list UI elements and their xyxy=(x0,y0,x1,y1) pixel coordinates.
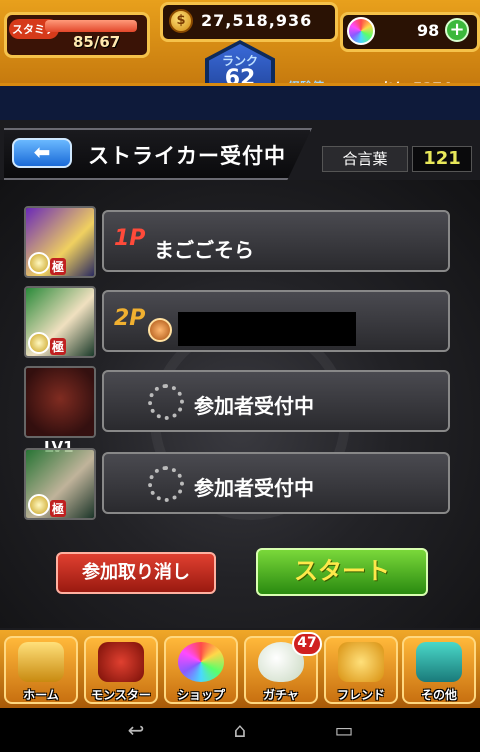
slot-panel[interactable]: 1P まごごそら xyxy=(102,210,450,272)
notification-badge: 47 xyxy=(292,632,322,656)
stamina-panel[interactable]: スタミナ 85/67 xyxy=(4,12,150,58)
nav-label: ショップ xyxy=(176,688,225,702)
bottom-nav: ホーム モンスター ショップ ガチャ 47 フレンド その他 xyxy=(0,630,480,708)
nav-shop[interactable]: ショップ xyxy=(164,636,238,704)
monster-icon xyxy=(98,642,144,682)
player-slot-3[interactable]: LV1 参加者受付中 xyxy=(24,366,454,456)
player-1-avatar[interactable]: 極 xyxy=(24,206,96,278)
back-button[interactable]: ⬅ xyxy=(12,138,72,168)
nav-friend[interactable]: フレンド xyxy=(324,636,398,704)
exp-bar xyxy=(286,97,458,109)
redacted-player-name xyxy=(178,312,356,346)
avatar-rank-badge: 極 xyxy=(50,258,67,275)
nav-label: ホーム xyxy=(23,688,59,702)
rank-badge: ランク 62 xyxy=(205,40,275,114)
nav-monster[interactable]: モンスター xyxy=(84,636,158,704)
orb-value: 98 xyxy=(417,21,440,40)
home-system-icon[interactable]: ⌂ xyxy=(222,718,258,742)
screen-title: ストライカー受付中 xyxy=(88,144,286,168)
add-orbs-button[interactable]: + xyxy=(445,18,469,42)
player-slot-1[interactable]: 極 1P まごごそら xyxy=(24,206,454,278)
coin-value: 27,518,936 xyxy=(201,11,313,30)
passcode-label: 合言葉 xyxy=(322,146,408,172)
start-button[interactable]: スタート xyxy=(256,548,428,596)
stamina-bar xyxy=(45,20,137,32)
slot-panel[interactable]: 参加者受付中 xyxy=(102,370,450,432)
system-nav-bar: ↩ ⌂ ▭ xyxy=(0,708,480,752)
nav-gacha[interactable]: ガチャ 47 xyxy=(244,632,322,704)
exp-label: 経験値 xyxy=(288,80,325,94)
slot-tag: 1P xyxy=(114,226,146,251)
friends-icon xyxy=(338,642,384,682)
slot-status: 参加者受付中 xyxy=(194,476,314,500)
screen-header: ⬅ ストライカー受付中 xyxy=(0,128,480,180)
avatar-rank-badge: 極 xyxy=(50,500,67,517)
nav-label: フレンド xyxy=(336,688,385,702)
player-4-avatar[interactable]: 極 xyxy=(24,448,96,520)
element-icon xyxy=(28,332,50,354)
avatar-art xyxy=(26,368,94,436)
nav-label: モンスター xyxy=(91,688,151,702)
exp-remaining: あと 5374 xyxy=(380,81,452,97)
rank-value: 62 xyxy=(224,66,256,91)
stamina-bar-fill xyxy=(45,20,137,32)
player-3-avatar[interactable] xyxy=(24,366,96,438)
coin-panel: $ 27,518,936 xyxy=(160,2,338,42)
cancel-join-button[interactable]: 参加取り消し xyxy=(56,552,216,594)
back-icon[interactable]: ↩ xyxy=(118,718,154,742)
coin-icon: $ xyxy=(169,9,193,33)
nav-label: ガチャ xyxy=(263,688,299,702)
avatar-rank-badge: 極 xyxy=(50,338,67,355)
element-icon xyxy=(28,494,50,516)
guest-badge-icon xyxy=(148,318,172,342)
top-hud: スタミナ 85/67 $ 27,518,936 98 + ランク 62 まごごそ… xyxy=(0,0,480,120)
other-icon xyxy=(416,642,462,682)
slot-player-name: まごごそら xyxy=(154,238,254,262)
loading-spinner-icon xyxy=(148,466,184,502)
rainbow-orb-icon xyxy=(347,17,375,45)
exp-bar-fill xyxy=(286,97,415,109)
recents-icon[interactable]: ▭ xyxy=(326,718,362,742)
player-slot-4[interactable]: 極 参加者受付中 xyxy=(24,448,454,520)
slot-panel[interactable]: 2P xyxy=(102,290,450,352)
home-icon xyxy=(18,642,64,682)
player-slot-2[interactable]: 極 2P xyxy=(24,286,454,358)
passcode-value: 121 xyxy=(412,146,472,172)
loading-spinner-icon xyxy=(148,384,184,420)
nav-home[interactable]: ホーム xyxy=(4,636,78,704)
slot-tag: 2P xyxy=(114,306,146,331)
element-icon xyxy=(28,252,50,274)
stamina-value: 85/67 xyxy=(73,33,121,51)
slot-status: 参加者受付中 xyxy=(194,394,314,418)
nav-label: その他 xyxy=(420,688,457,702)
orb-panel[interactable]: 98 + xyxy=(340,12,480,52)
shop-orb-icon xyxy=(178,642,224,682)
player-name: まごごそら xyxy=(22,97,92,113)
nav-other[interactable]: その他 xyxy=(402,636,476,704)
player-2-avatar[interactable]: 極 xyxy=(24,286,96,358)
slot-panel[interactable]: 参加者受付中 xyxy=(102,452,450,514)
